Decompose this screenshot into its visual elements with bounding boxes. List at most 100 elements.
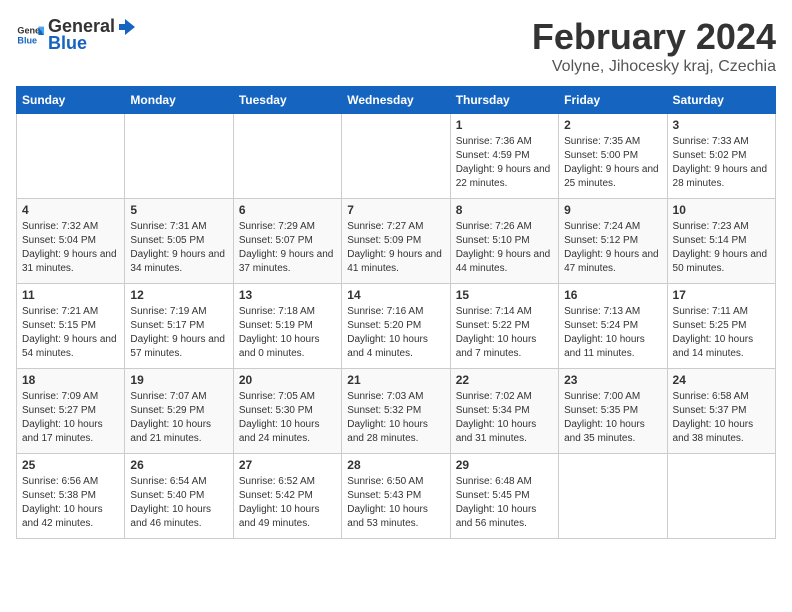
day-info: Sunrise: 7:35 AMSunset: 5:00 PMDaylight:… (564, 135, 661, 191)
calendar-cell: 28 Sunrise: 6:50 AMSunset: 5:43 PMDayligh… (342, 454, 450, 539)
calendar-cell: 4 Sunrise: 7:32 AMSunset: 5:04 PMDaylight… (17, 199, 125, 284)
calendar-cell: 13 Sunrise: 7:18 AMSunset: 5:19 PMDayligh… (233, 284, 341, 369)
day-info: Sunrise: 7:14 AMSunset: 5:22 PMDaylight:… (456, 305, 553, 361)
day-number: 7 (347, 203, 444, 217)
calendar-cell (17, 114, 125, 199)
calendar-cell: 3 Sunrise: 7:33 AMSunset: 5:02 PMDaylight… (667, 114, 775, 199)
calendar-cell: 14 Sunrise: 7:16 AMSunset: 5:20 PMDayligh… (342, 284, 450, 369)
calendar-cell: 11 Sunrise: 7:21 AMSunset: 5:15 PMDayligh… (17, 284, 125, 369)
calendar-cell: 23 Sunrise: 7:00 AMSunset: 5:35 PMDayligh… (559, 369, 667, 454)
calendar-cell: 29 Sunrise: 6:48 AMSunset: 5:45 PMDayligh… (450, 454, 558, 539)
logo: General Blue General Blue (16, 16, 137, 54)
day-number: 11 (22, 288, 119, 302)
day-info: Sunrise: 7:36 AMSunset: 4:59 PMDaylight:… (456, 135, 553, 191)
calendar-cell: 19 Sunrise: 7:07 AMSunset: 5:29 PMDayligh… (125, 369, 233, 454)
day-number: 16 (564, 288, 661, 302)
day-info: Sunrise: 7:11 AMSunset: 5:25 PMDaylight:… (673, 305, 770, 361)
calendar-week-row: 18Sunrise: 7:09 AMSunset: 5:27 PMDayligh… (17, 369, 776, 454)
header-saturday: Saturday (667, 87, 775, 114)
day-number: 21 (347, 373, 444, 387)
calendar-cell: 15 Sunrise: 7:14 AMSunset: 5:22 PMDayligh… (450, 284, 558, 369)
header-thursday: Thursday (450, 87, 558, 114)
day-info: Sunrise: 7:29 AMSunset: 5:07 PMDaylight:… (239, 220, 336, 276)
day-info: Sunrise: 7:23 AMSunset: 5:14 PMDaylight:… (673, 220, 770, 276)
day-number: 12 (130, 288, 227, 302)
day-number: 5 (130, 203, 227, 217)
day-number: 2 (564, 118, 661, 132)
day-info: Sunrise: 7:26 AMSunset: 5:10 PMDaylight:… (456, 220, 553, 276)
calendar-week-row: 25 Sunrise: 6:56 AMSunset: 5:38 PMDayligh… (17, 454, 776, 539)
calendar-cell: 17 Sunrise: 7:11 AMSunset: 5:25 PMDayligh… (667, 284, 775, 369)
day-info: Sunrise: 7:13 AMSunset: 5:24 PMDaylight:… (564, 305, 661, 361)
day-number: 1 (456, 118, 553, 132)
day-number: 24 (673, 373, 770, 387)
day-number: 17 (673, 288, 770, 302)
header-tuesday: Tuesday (233, 87, 341, 114)
day-number: 6 (239, 203, 336, 217)
day-number: 4 (22, 203, 119, 217)
calendar-week-row: 4 Sunrise: 7:32 AMSunset: 5:04 PMDaylight… (17, 199, 776, 284)
day-number: 26 (130, 458, 227, 472)
day-info: Sunrise: 7:03 AMSunset: 5:32 PMDaylight:… (347, 390, 444, 446)
day-number: 13 (239, 288, 336, 302)
logo-arrow-icon (117, 17, 137, 37)
day-number: 25 (22, 458, 119, 472)
month-title: February 2024 (532, 16, 776, 58)
title-section: February 2024 Volyne, Jihocesky kraj, Cz… (532, 16, 776, 76)
day-info: Sunrise: 7:27 AMSunset: 5:09 PMDaylight:… (347, 220, 444, 276)
location-subtitle: Volyne, Jihocesky kraj, Czechia (532, 58, 776, 76)
day-info: Sunrise: 6:52 AMSunset: 5:42 PMDaylight:… (239, 475, 336, 531)
day-info: Sunrise: 7:32 AMSunset: 5:04 PMDaylight:… (22, 220, 119, 276)
day-number: 29 (456, 458, 553, 472)
logo-icon: General Blue (16, 21, 44, 49)
calendar-cell: 2 Sunrise: 7:35 AMSunset: 5:00 PMDaylight… (559, 114, 667, 199)
calendar-cell: 27Sunrise: 6:52 AMSunset: 5:42 PMDayligh… (233, 454, 341, 539)
day-info: Sunrise: 6:50 AMSunset: 5:43 PMDaylight:… (347, 475, 444, 531)
day-number: 14 (347, 288, 444, 302)
day-info: Sunrise: 7:19 AMSunset: 5:17 PMDaylight:… (130, 305, 227, 361)
calendar-cell (667, 454, 775, 539)
calendar-table: SundayMondayTuesdayWednesdayThursdayFrid… (16, 86, 776, 539)
calendar-cell: 6 Sunrise: 7:29 AMSunset: 5:07 PMDaylight… (233, 199, 341, 284)
header-sunday: Sunday (17, 87, 125, 114)
day-info: Sunrise: 7:31 AMSunset: 5:05 PMDaylight:… (130, 220, 227, 276)
day-info: Sunrise: 7:18 AMSunset: 5:19 PMDaylight:… (239, 305, 336, 361)
day-info: Sunrise: 7:05 AMSunset: 5:30 PMDaylight:… (239, 390, 336, 446)
day-number: 23 (564, 373, 661, 387)
day-number: 8 (456, 203, 553, 217)
day-number: 15 (456, 288, 553, 302)
day-info: Sunrise: 7:07 AMSunset: 5:29 PMDaylight:… (130, 390, 227, 446)
day-info: Sunrise: 7:24 AMSunset: 5:12 PMDaylight:… (564, 220, 661, 276)
day-info: Sunrise: 6:58 AMSunset: 5:37 PMDaylight:… (673, 390, 770, 446)
day-number: 9 (564, 203, 661, 217)
calendar-cell: 9 Sunrise: 7:24 AMSunset: 5:12 PMDaylight… (559, 199, 667, 284)
day-number: 18 (22, 373, 119, 387)
calendar-cell: 25 Sunrise: 6:56 AMSunset: 5:38 PMDayligh… (17, 454, 125, 539)
day-number: 10 (673, 203, 770, 217)
day-info: Sunrise: 6:48 AMSunset: 5:45 PMDaylight:… (456, 475, 553, 531)
calendar-cell (559, 454, 667, 539)
day-info: Sunrise: 7:00 AMSunset: 5:35 PMDaylight:… (564, 390, 661, 446)
day-info: Sunrise: 7:21 AMSunset: 5:15 PMDaylight:… (22, 305, 119, 361)
calendar-cell (233, 114, 341, 199)
calendar-cell: 20Sunrise: 7:05 AMSunset: 5:30 PMDayligh… (233, 369, 341, 454)
calendar-cell: 22Sunrise: 7:02 AMSunset: 5:34 PMDayligh… (450, 369, 558, 454)
svg-text:Blue: Blue (17, 35, 37, 45)
calendar-week-row: 1 Sunrise: 7:36 AMSunset: 4:59 PMDaylight… (17, 114, 776, 199)
header-wednesday: Wednesday (342, 87, 450, 114)
day-number: 19 (130, 373, 227, 387)
calendar-cell: 18Sunrise: 7:09 AMSunset: 5:27 PMDayligh… (17, 369, 125, 454)
day-info: Sunrise: 7:16 AMSunset: 5:20 PMDaylight:… (347, 305, 444, 361)
day-number: 28 (347, 458, 444, 472)
day-number: 3 (673, 118, 770, 132)
calendar-cell: 16 Sunrise: 7:13 AMSunset: 5:24 PMDayligh… (559, 284, 667, 369)
calendar-cell: 24 Sunrise: 6:58 AMSunset: 5:37 PMDayligh… (667, 369, 775, 454)
calendar-cell: 26Sunrise: 6:54 AMSunset: 5:40 PMDayligh… (125, 454, 233, 539)
calendar-cell (125, 114, 233, 199)
calendar-cell: 7 Sunrise: 7:27 AMSunset: 5:09 PMDaylight… (342, 199, 450, 284)
calendar-cell: 5 Sunrise: 7:31 AMSunset: 5:05 PMDaylight… (125, 199, 233, 284)
calendar-cell: 12 Sunrise: 7:19 AMSunset: 5:17 PMDayligh… (125, 284, 233, 369)
calendar-header-row: SundayMondayTuesdayWednesdayThursdayFrid… (17, 87, 776, 114)
day-info: Sunrise: 6:56 AMSunset: 5:38 PMDaylight:… (22, 475, 119, 531)
day-info: Sunrise: 7:33 AMSunset: 5:02 PMDaylight:… (673, 135, 770, 191)
